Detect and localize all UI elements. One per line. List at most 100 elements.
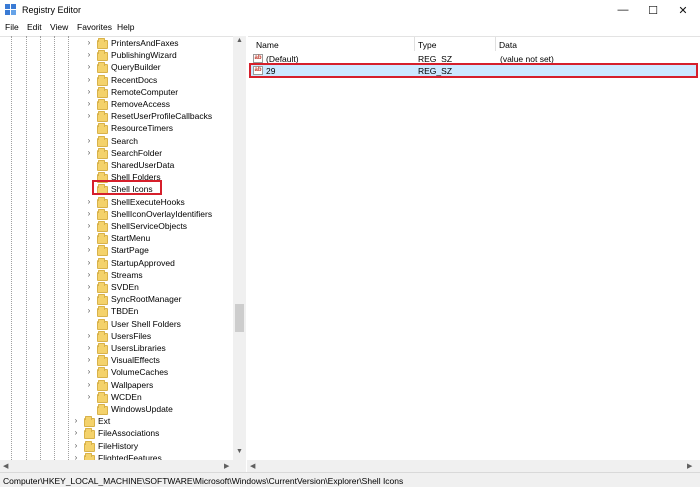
folder-icon: [97, 355, 108, 367]
menu-edit[interactable]: Edit: [27, 22, 42, 32]
folder-icon: [97, 99, 108, 110]
scroll-right-arrow-icon[interactable]: ▶: [687, 462, 692, 470]
expand-chevron-icon[interactable]: ›: [85, 367, 93, 376]
expand-chevron-icon[interactable]: ›: [85, 209, 93, 218]
tree-item-streams[interactable]: › Streams: [0, 269, 232, 281]
tree-item-startupapproved[interactable]: › StartupApproved: [0, 257, 232, 269]
tree-item-resourcetimers[interactable]: ResourceTimers: [0, 122, 232, 135]
scroll-up-arrow-icon[interactable]: ▲: [236, 37, 243, 44]
scroll-left-arrow-icon[interactable]: ◀: [3, 462, 8, 470]
key-path[interactable]: Computer\HKEY_LOCAL_MACHINE\SOFTWARE\Mic…: [3, 476, 403, 486]
expand-chevron-icon[interactable]: ›: [85, 306, 93, 315]
menu-view[interactable]: View: [50, 22, 68, 32]
expand-chevron-icon[interactable]: ›: [85, 331, 93, 340]
tree-item-windowsupdate[interactable]: WindowsUpdate: [0, 403, 232, 415]
expand-chevron-icon[interactable]: ›: [85, 75, 93, 84]
expand-chevron-icon[interactable]: ›: [85, 87, 93, 96]
tree-item-user-shell-folders[interactable]: User Shell Folders: [0, 318, 232, 330]
expand-chevron-icon[interactable]: ›: [85, 148, 93, 157]
tree-item-label: Search: [111, 135, 138, 146]
tree-item-startmenu[interactable]: › StartMenu: [0, 232, 232, 245]
folder-icon: [97, 74, 108, 86]
tree-item-resetuserprofilecallbacks[interactable]: › ResetUserProfileCallbacks: [0, 110, 232, 123]
values-pane[interactable]: [248, 36, 700, 460]
tree-item-tbden[interactable]: › TBDEn: [0, 305, 232, 318]
tree-item-label: QueryBuilder: [111, 62, 161, 73]
expand-chevron-icon[interactable]: ›: [85, 282, 93, 291]
tree-item-searchfolder[interactable]: › SearchFolder: [0, 147, 232, 159]
tree-item-recentdocs[interactable]: › RecentDocs: [0, 74, 232, 86]
expand-chevron-icon[interactable]: ›: [85, 197, 93, 206]
expand-chevron-icon[interactable]: ›: [85, 258, 93, 267]
tree-item-shellserviceobjects[interactable]: › ShellServiceObjects: [0, 220, 232, 232]
folder-icon: [97, 221, 108, 232]
tree-item-label: RecentDocs: [111, 74, 158, 85]
tree-item-publishingwizard[interactable]: › PublishingWizard: [0, 49, 232, 62]
expand-chevron-icon[interactable]: ›: [85, 380, 93, 389]
tree-item-visualeffects[interactable]: › VisualEffects: [0, 354, 232, 367]
values-horizontal-scrollbar[interactable]: ◀ ▶: [247, 460, 700, 472]
minimize-button[interactable]: —: [609, 0, 637, 20]
expand-chevron-icon[interactable]: ›: [85, 136, 93, 145]
tree-item-filehistory[interactable]: › FileHistory: [0, 440, 232, 452]
folder-icon: [97, 50, 108, 62]
menu-help[interactable]: Help: [117, 22, 134, 32]
tree-item-search[interactable]: › Search: [0, 135, 232, 147]
tree-item-label: ShellIconOverlayIdentifiers: [111, 208, 213, 219]
tree-item-svden[interactable]: › SVDEn: [0, 281, 232, 293]
tree-item-removeaccess[interactable]: › RemoveAccess: [0, 98, 232, 110]
expand-chevron-icon[interactable]: ›: [72, 428, 80, 437]
expand-chevron-icon[interactable]: ›: [85, 111, 93, 120]
maximize-button[interactable]: ☐: [639, 0, 667, 20]
tree-item-wcden[interactable]: › WCDEn: [0, 391, 232, 403]
expand-chevron-icon[interactable]: ›: [72, 441, 80, 450]
column-header-type[interactable]: Type: [411, 37, 495, 51]
tree-item-label: VisualEffects: [111, 355, 160, 366]
folder-icon: [97, 367, 108, 379]
expand-chevron-icon[interactable]: ›: [85, 392, 93, 401]
menu-favorites[interactable]: Favorites: [77, 22, 112, 32]
folder-icon: [97, 233, 108, 245]
expand-chevron-icon[interactable]: ›: [85, 99, 93, 108]
tree-item-syncrootmanager[interactable]: › SyncRootManager: [0, 293, 232, 306]
tree-item-shelliconoverlayidentifiers[interactable]: › ShellIconOverlayIdentifiers: [0, 208, 232, 220]
expand-chevron-icon[interactable]: ›: [85, 355, 93, 364]
expand-chevron-icon[interactable]: ›: [85, 343, 93, 352]
folder-icon: [97, 160, 108, 171]
expand-chevron-icon[interactable]: ›: [85, 245, 93, 254]
menu-file[interactable]: File: [5, 22, 19, 32]
tree-scroll-thumb[interactable]: [235, 304, 244, 332]
tree-item-shellexecutehooks[interactable]: › ShellExecuteHooks: [0, 196, 232, 208]
close-button[interactable]: ✕: [669, 0, 697, 20]
highlight-box-key: [92, 180, 162, 195]
expand-chevron-icon[interactable]: ›: [72, 416, 80, 425]
scroll-right-arrow-icon[interactable]: ▶: [224, 462, 229, 470]
expand-chevron-icon[interactable]: ›: [85, 62, 93, 71]
tree-item-usersfiles[interactable]: › UsersFiles: [0, 330, 232, 342]
tree-item-wallpapers[interactable]: › Wallpapers: [0, 379, 232, 391]
tree-item-userslibraries[interactable]: › UsersLibraries: [0, 342, 232, 354]
tree-item-label: ResourceTimers: [111, 123, 174, 134]
folder-icon: [97, 379, 108, 391]
expand-chevron-icon[interactable]: ›: [85, 233, 93, 242]
tree-item-volumecaches[interactable]: › VolumeCaches: [0, 366, 232, 379]
tree-item-label: Wallpapers: [111, 379, 154, 390]
tree-item-ext[interactable]: › Ext: [0, 415, 232, 428]
tree-item-fileassociations[interactable]: › FileAssociations: [0, 427, 232, 440]
scroll-left-arrow-icon[interactable]: ◀: [250, 462, 255, 470]
expand-chevron-icon[interactable]: ›: [85, 38, 93, 47]
expand-chevron-icon[interactable]: ›: [85, 50, 93, 59]
expand-chevron-icon[interactable]: ›: [85, 294, 93, 303]
tree-item-remotecomputer[interactable]: › RemoteComputer: [0, 86, 232, 98]
tree-item-shareduserdata[interactable]: SharedUserData: [0, 159, 232, 171]
tree-item-printersandfaxes[interactable]: › PrintersAndFaxes: [0, 37, 232, 49]
column-header-data[interactable]: Data: [492, 37, 692, 51]
expand-chevron-icon[interactable]: ›: [85, 221, 93, 230]
expand-chevron-icon[interactable]: ›: [85, 270, 93, 279]
scroll-down-arrow-icon[interactable]: ▼: [236, 448, 243, 455]
tree-vertical-scrollbar[interactable]: ▲ ▼: [233, 36, 246, 460]
tree-item-startpage[interactable]: › StartPage: [0, 244, 232, 257]
tree-horizontal-scrollbar[interactable]: ◀ ▶: [0, 460, 246, 472]
column-header-name[interactable]: Name: [249, 37, 415, 51]
tree-item-querybuilder[interactable]: › QueryBuilder: [0, 61, 232, 74]
